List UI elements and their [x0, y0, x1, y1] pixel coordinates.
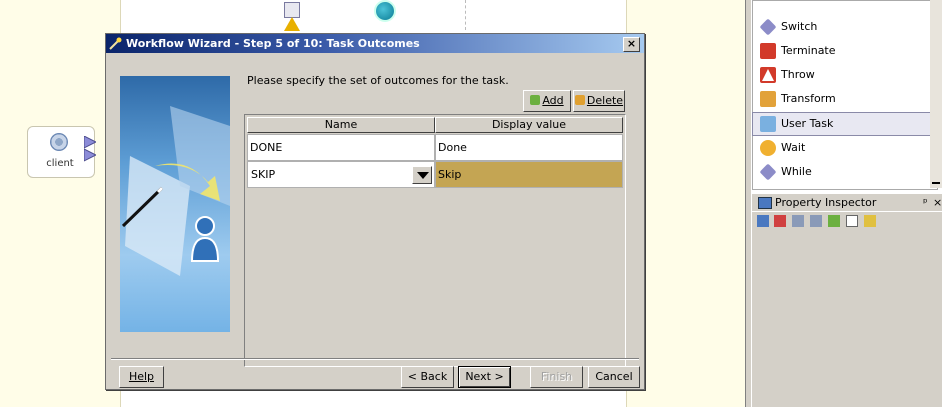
footer-divider [111, 358, 639, 360]
client-label: client [46, 158, 74, 169]
toolbar-edit-icon[interactable] [774, 215, 786, 227]
toolbar-check-icon[interactable] [828, 215, 840, 227]
dropdown-arrow-icon[interactable] [412, 166, 432, 184]
property-inspector-title: Property Inspector [775, 196, 877, 209]
close-button[interactable]: × [623, 37, 640, 52]
palette-item-throw[interactable]: Throw [752, 63, 935, 87]
delete-button-label: Delete [586, 94, 624, 107]
palette-item-label: Terminate [781, 44, 836, 57]
palette-item-label: Wait [781, 141, 806, 154]
help-button-label: Help [128, 370, 155, 383]
cancel-button[interactable]: Cancel [588, 366, 640, 388]
column-header-display-value[interactable]: Display value [435, 117, 623, 133]
column-header-name[interactable]: Name [247, 117, 435, 133]
document-icon[interactable] [284, 2, 300, 18]
dialog-title: Workflow Wizard - Step 5 of 10: Task Out… [126, 37, 420, 50]
property-inspector-toolbar [752, 212, 942, 232]
close-panel-icon[interactable]: × [933, 194, 942, 211]
palette-item-label: While [781, 165, 812, 178]
transform-icon [760, 91, 776, 107]
instruction-text: Please specify the set of outcomes for t… [247, 74, 509, 87]
terminate-icon [760, 43, 776, 59]
palette-item-label: Throw [781, 68, 815, 81]
add-outcome-button[interactable]: Add [523, 90, 571, 112]
scroll-down-icon[interactable] [932, 170, 940, 184]
toolbar-copy-icon[interactable] [846, 215, 858, 227]
wizard-illustration-graphic [121, 106, 230, 276]
finish-button: Finish [530, 366, 583, 388]
combobox-value: SKIP [251, 168, 276, 181]
add-icon [530, 95, 541, 105]
workflow-wizard-dialog: Workflow Wizard - Step 5 of 10: Task Out… [105, 33, 645, 390]
palette-item-label: Switch [781, 20, 818, 33]
gear-icon [50, 133, 68, 151]
next-button[interactable]: Next > [458, 366, 511, 388]
warning-icon [284, 17, 300, 31]
palette-item-transform[interactable]: Transform [752, 87, 935, 111]
start-node[interactable] [374, 0, 396, 22]
property-inspector-icon [758, 197, 772, 209]
palette-item-switch[interactable]: Switch [752, 15, 935, 39]
wizard-wand-icon [109, 37, 122, 50]
palette-item-while[interactable]: While [752, 160, 935, 184]
palette-scrollbar[interactable] [930, 0, 942, 188]
delete-icon [574, 95, 585, 105]
pin-icon[interactable]: ᵖ [923, 194, 928, 211]
add-button-label: Add [542, 94, 564, 107]
table-cell-display-value-selected[interactable]: Skip [435, 161, 623, 188]
toolbar-props-icon[interactable] [757, 215, 769, 227]
outcomes-table: Name Display value DONE Done SKIP Skip [244, 114, 626, 367]
splitter[interactable] [745, 0, 752, 407]
palette-item-terminate[interactable]: Terminate [752, 39, 935, 63]
switch-icon [759, 18, 777, 36]
property-inspector-header: Property Inspector ᵖ × [752, 193, 942, 211]
palette-item-label: User Task [781, 117, 834, 130]
toolbar-find-icon[interactable] [810, 215, 822, 227]
table-cell-display-value[interactable]: Done [435, 134, 623, 161]
warning-triangle-icon [762, 69, 774, 81]
table-cell-name[interactable]: DONE [247, 134, 435, 161]
wait-icon [760, 140, 776, 156]
delete-outcome-button[interactable]: Delete [573, 90, 625, 112]
dialog-title-bar[interactable]: Workflow Wizard - Step 5 of 10: Task Out… [106, 34, 644, 53]
outcome-name-combobox[interactable]: SKIP [247, 161, 435, 188]
palette-item-label: Transform [781, 92, 836, 105]
user-task-icon [760, 116, 776, 132]
lane-divider [465, 0, 466, 30]
palette-item-wait[interactable]: Wait [752, 136, 935, 160]
help-button[interactable]: Help [119, 366, 164, 388]
wizard-illustration [120, 76, 230, 332]
toolbar-list-icon[interactable] [864, 215, 876, 227]
palette-item-user-task[interactable]: User Task [752, 112, 935, 136]
toolbar-view-icon[interactable] [792, 215, 804, 227]
throw-icon [760, 67, 776, 83]
connector-arrow-icon[interactable] [84, 136, 96, 162]
back-button[interactable]: < Back [401, 366, 454, 388]
property-inspector-body [752, 232, 942, 407]
while-icon [759, 163, 777, 181]
